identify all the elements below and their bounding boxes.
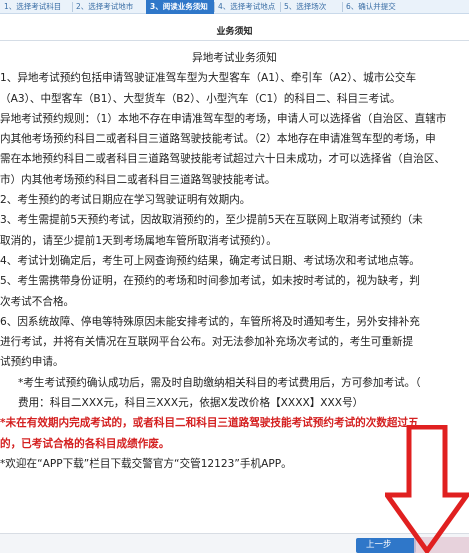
panel-divider	[0, 40, 469, 41]
notice-content: 异地考试业务须知 1、异地考试预约包括申请驾驶证准驾车型为大型客车（A1）、牵引…	[0, 48, 469, 474]
arrow-shape	[385, 425, 469, 553]
step-select-session[interactable]: 5、选择场次	[280, 0, 343, 14]
notice-line: *考生考试预约确认成功后，需及时自助缴纳相关科目的考试费用后，方可参加考试。（	[18, 376, 421, 389]
notice-line: 试预约申请。	[0, 356, 64, 369]
panel-title: 业务须知	[216, 27, 253, 37]
notice-line: 次考试不合格。	[0, 295, 75, 308]
notice-line: 需在本地预约科目二或者科目三道路驾驶技能考试超过六十日未成功，才可以选择省（自治…	[0, 153, 445, 166]
notice-line: 内其他考场预约科目二或者科目三道路驾驶技能考试。（2）本地存在申请准驾车型的考场…	[0, 133, 436, 146]
notice-line: 4、考试计划确定后，考生可上网查询预约结果，确定考试日期、考试场次和考试地点等。	[0, 254, 420, 267]
notice-heading: 异地考试业务须知	[192, 52, 277, 64]
notice-line: （A3）、中型客车（B1）、大型货车（B2）、小型汽车（C1）的科目二、科目三考…	[0, 92, 401, 105]
step-select-city[interactable]: 2、选择考试地市	[72, 0, 147, 14]
notice-line: 1、异地考试预约包括申请驾驶证准驾车型为大型客车（A1）、牵引车（A2）、城市公…	[0, 72, 417, 85]
notice-line: 市）内其他考场预约科目二或者科目三道路驾驶技能考试。	[0, 173, 276, 186]
notice-line: 3、考生需提前5天预约考试，因故取消预约的，至少提前5天在互联网上取消考试预约（…	[0, 214, 423, 227]
notice-line: 进行考试，并将有关情况在互联网平台公布。对无法参加补充场次考试的，考生可重新提	[0, 336, 414, 349]
notice-line: 6、因系统故障、停电等特殊原因未能安排考试的，车管所将及时通知考生，另外安排补充	[0, 315, 420, 328]
step-progress-bar: 1、选择考试科目 2、选择考试地市 3、阅读业务须知 4、选择考试地点 5、选择…	[0, 0, 469, 14]
step-select-location[interactable]: 4、选择考试地点	[214, 0, 281, 14]
notice-line: 异地考试预约规则：（1）本地不存在申请准驾车型的考场，申请人可以选择省（自治区、…	[0, 112, 447, 125]
notice-line: 5、考生需携带身份证明，在预约的考场和时间参加考试，如未按时考试的，视为缺考，判	[0, 275, 420, 288]
red-down-arrow-icon	[385, 425, 469, 553]
step-confirm-submit[interactable]: 6、确认并提交	[342, 0, 469, 14]
notice-line: 费用：科目二XXX元，科目三XXX元，依据X发改价格【XXXX】XXX号）	[18, 397, 364, 410]
notice-line: 2、考生预约的考试日期应在学习驾驶证明有效期内。	[0, 194, 251, 207]
notice-line: 取消的，请至少提前1天到考场属地车管所取消考试预约）。	[0, 234, 277, 247]
step-read-notice[interactable]: 3、阅读业务须知	[146, 0, 215, 14]
step-select-subject[interactable]: 1、选择考试科目	[0, 0, 73, 14]
